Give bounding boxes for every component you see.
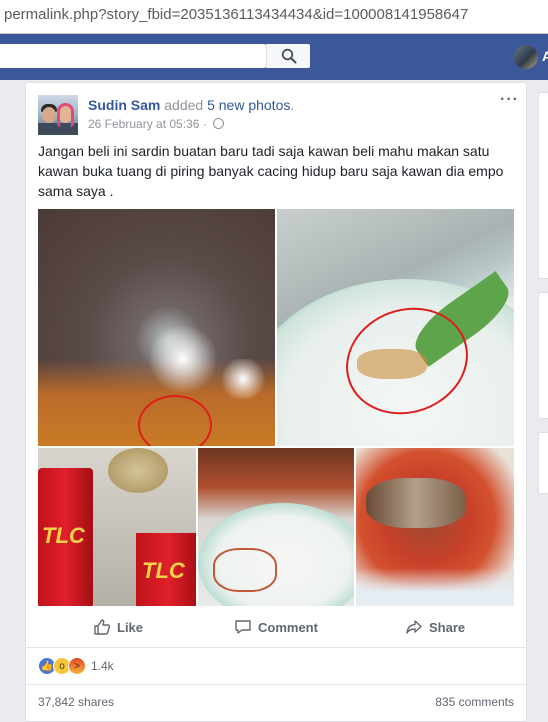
- right-column-card: [538, 292, 548, 419]
- like-label: Like: [117, 619, 144, 635]
- post-photo-1[interactable]: [38, 209, 275, 446]
- comments-count[interactable]: 835 comments: [435, 695, 514, 709]
- comment-icon: [235, 620, 251, 634]
- post-action-end: .: [290, 97, 295, 113]
- search-input[interactable]: [0, 44, 266, 68]
- profile-name[interactable]: A: [542, 48, 548, 64]
- can-label: TLC: [42, 523, 85, 548]
- shares-count[interactable]: 37,842 shares: [38, 695, 114, 709]
- post-action-text: added: [160, 97, 208, 113]
- more-icon[interactable]: ···: [500, 91, 519, 109]
- divider: [26, 647, 526, 648]
- post-text: Jangan beli ini sardin buatan baru tadi …: [38, 143, 504, 199]
- search-icon: [281, 48, 297, 64]
- browser-url-bar[interactable]: permalink.php?story_fbid=203513611343443…: [0, 0, 548, 34]
- url-text[interactable]: permalink.php?story_fbid=203513611343443…: [4, 6, 468, 23]
- post-timestamp[interactable]: 26 February at 05:36: [88, 117, 199, 131]
- search-button[interactable]: [266, 44, 310, 68]
- post-actions: Like Comment Share: [38, 612, 516, 642]
- reaction-count: 1.4k: [91, 659, 114, 673]
- right-column-card: [538, 92, 548, 279]
- right-column-card: [538, 432, 548, 494]
- post-card: Sudin Sam added 5 new photos. 26 Februar…: [25, 82, 527, 722]
- post-meta: 26 February at 05:36 ·: [88, 117, 225, 131]
- photos-link[interactable]: 5 new photos: [207, 97, 290, 113]
- post-photo-3[interactable]: TLC TLC: [38, 448, 196, 606]
- globe-icon[interactable]: [213, 118, 225, 129]
- divider: [26, 684, 526, 685]
- like-icon: [94, 619, 111, 635]
- post-photo-2[interactable]: [277, 209, 514, 446]
- angry-reaction-icon: >: [68, 657, 86, 675]
- reaction-summary[interactable]: 👍 o > 1.4k: [38, 657, 114, 675]
- comment-button[interactable]: Comment: [234, 618, 318, 636]
- can-label: TLC: [142, 558, 185, 583]
- post-photo-4[interactable]: [198, 448, 354, 606]
- author-name[interactable]: Sudin Sam: [88, 97, 160, 113]
- share-button[interactable]: Share: [405, 618, 465, 636]
- share-label: Share: [429, 619, 466, 635]
- facebook-top-bar: A: [0, 34, 548, 80]
- author-avatar[interactable]: [38, 95, 78, 135]
- like-button[interactable]: Like: [93, 618, 143, 636]
- post-header: Sudin Sam added 5 new photos.: [88, 97, 294, 113]
- share-icon: [406, 620, 422, 634]
- profile-avatar[interactable]: [514, 45, 538, 69]
- comment-label: Comment: [258, 619, 318, 635]
- meta-separator: ·: [199, 117, 211, 131]
- post-photo-5[interactable]: [356, 448, 514, 606]
